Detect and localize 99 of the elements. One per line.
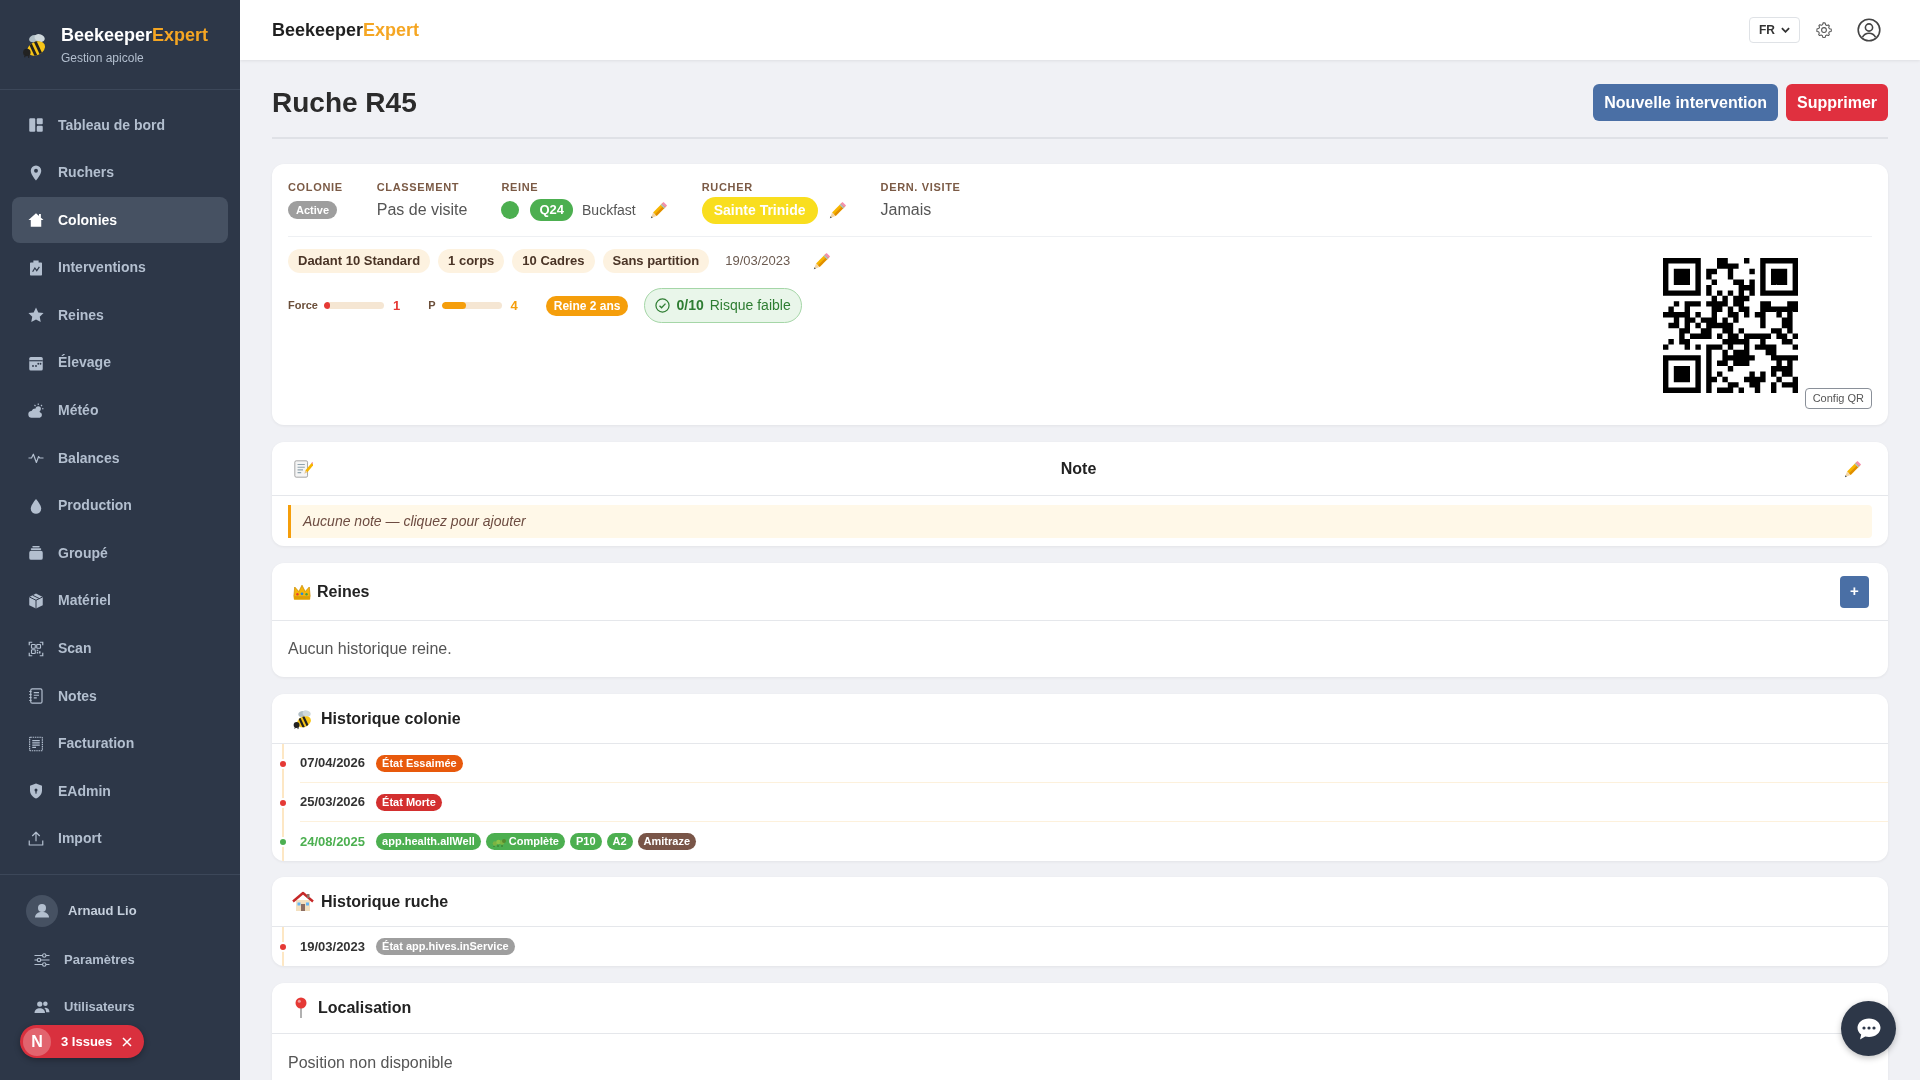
status-badge: Active (288, 201, 338, 219)
dashboard-icon (27, 116, 45, 134)
queen-age-badge: Reine 2 ans (545, 295, 629, 316)
header-brand: BeekeeperExpert (272, 18, 420, 42)
issues-badge[interactable]: N 3 Issues (20, 1025, 145, 1058)
tag-badge: A2 (606, 833, 633, 850)
metric-reading: 1 (392, 296, 401, 315)
field-label: REINE (501, 180, 540, 194)
nav-item[interactable]: Scan (12, 625, 228, 672)
nav-item[interactable]: Interventions (12, 244, 228, 291)
user-icon[interactable] (1857, 18, 1881, 42)
memo-icon (293, 458, 313, 479)
qr-scan-icon (27, 639, 45, 658)
queen-code-badge: Q24 (530, 199, 574, 221)
check-circle-icon (655, 298, 671, 313)
field-label: CLASSEMENT (376, 180, 461, 194)
clipboard-icon (27, 258, 45, 277)
logo-letter: N (23, 1027, 51, 1056)
entry-date: 19/03/2023 (300, 937, 366, 956)
upload-icon (27, 829, 45, 848)
nav-item[interactable]: Groupé (12, 530, 228, 577)
receipt-icon (27, 734, 45, 753)
issues-label: 3 Issues (61, 1032, 113, 1051)
add-queen-button[interactable]: + (1840, 575, 1869, 608)
house-icon (27, 211, 45, 230)
house-icon (292, 890, 314, 913)
language-select[interactable]: FR (1749, 17, 1800, 43)
hive-tag: Dadant 10 Standard (288, 249, 431, 273)
chevron-down-icon (1781, 27, 1790, 33)
metric-label: Force (288, 298, 318, 314)
note-empty-text[interactable]: Aucune note — cliquez pour ajouter (288, 505, 1872, 538)
nav-item[interactable]: Production (12, 482, 228, 529)
section-title: Localisation (318, 998, 412, 1018)
shield-icon (27, 782, 45, 801)
delete-button[interactable]: Supprimer (1786, 84, 1888, 121)
nav-item[interactable]: Colonies (12, 197, 228, 244)
entry-date: 25/03/2026 (300, 793, 366, 812)
settings-icon[interactable] (1815, 21, 1833, 39)
tag-badge: P10 (569, 833, 602, 850)
empty-state-text: Position non disponible (287, 1053, 454, 1073)
cube-icon (27, 591, 45, 610)
notebook-icon (27, 687, 45, 706)
entry-date: 24/08/2025 (300, 832, 366, 851)
field-value: Jamais (880, 200, 932, 220)
nav-item[interactable]: Balances (12, 435, 228, 482)
field-label: COLONIE (288, 180, 343, 194)
bee-icon (292, 707, 314, 730)
nav-item[interactable]: Ruchers (12, 149, 228, 196)
page-title: Ruche R45 (272, 85, 417, 120)
metric-reading: 4 (510, 296, 518, 315)
entry-date: 07/04/2026 (300, 754, 366, 773)
nav-item[interactable]: EAdmin (12, 768, 228, 815)
install-date: 19/03/2023 (725, 252, 791, 271)
nav-item[interactable]: Reines (12, 292, 228, 339)
tag-badge: État Essaimée (376, 754, 463, 772)
nav-item[interactable]: Matériel (12, 577, 228, 624)
sidebar-footer-item[interactable]: Utilisateurs (26, 986, 214, 1027)
nav-item[interactable]: Facturation (12, 720, 228, 767)
nav-item[interactable]: Notes (12, 673, 228, 720)
cloud-sun-icon (27, 401, 45, 420)
section-title: Reines (317, 581, 371, 602)
sidebar-footer-item[interactable]: Paramètres (26, 939, 214, 980)
brand-name: BeekeeperExpert (61, 23, 209, 46)
field-label: RUCHER (701, 180, 754, 194)
config-qr-button[interactable]: Config QR (1804, 388, 1872, 409)
avatar-icon (26, 894, 58, 927)
apiary-badge: Sainte Trinide (701, 196, 818, 224)
tag-label: Complète (508, 834, 559, 850)
sliders-icon (33, 950, 51, 969)
chat-bubble-icon (1855, 1016, 1882, 1041)
user-name: Arnaud Lio (68, 902, 137, 921)
new-intervention-button[interactable]: Nouvelle intervention (1593, 84, 1778, 121)
crown-icon (292, 582, 312, 601)
tag-badge: Amitraze (637, 833, 697, 850)
hive-tag: 1 corps (438, 249, 505, 273)
section-title: Historique colonie (321, 708, 461, 729)
field-value: Pas de visite (376, 200, 468, 220)
pin-icon (294, 997, 308, 1019)
star-icon (27, 306, 45, 325)
section-title: Historique ruche (321, 891, 449, 912)
risk-score: 0/10 (676, 296, 704, 315)
hive-tag: Sans partition (602, 249, 710, 273)
field-label: DERN. VISITE (880, 180, 961, 194)
tag-badge: app.health.allWell (376, 833, 481, 850)
stack-icon (27, 544, 45, 563)
tag-badge: État app.hives.inService (376, 938, 515, 955)
hive-tag: 10 Cadres (512, 249, 595, 273)
empty-state-text: Aucun historique reine. (287, 639, 453, 659)
metric-label: P (428, 298, 436, 314)
nav-item[interactable]: Météo (12, 387, 228, 434)
queen-breed: Buckfast (582, 200, 636, 220)
nav-item[interactable]: Élevage (12, 339, 228, 386)
nav-item[interactable]: Import (12, 815, 228, 862)
close-icon[interactable] (122, 1036, 133, 1047)
tag-badge: État Morte (376, 793, 442, 811)
section-title: Note (1059, 458, 1098, 479)
nav-item[interactable]: Tableau de bord (12, 102, 228, 148)
brand-subtitle: Gestion apicole (61, 49, 145, 66)
risk-label: Risque faible (709, 296, 791, 315)
